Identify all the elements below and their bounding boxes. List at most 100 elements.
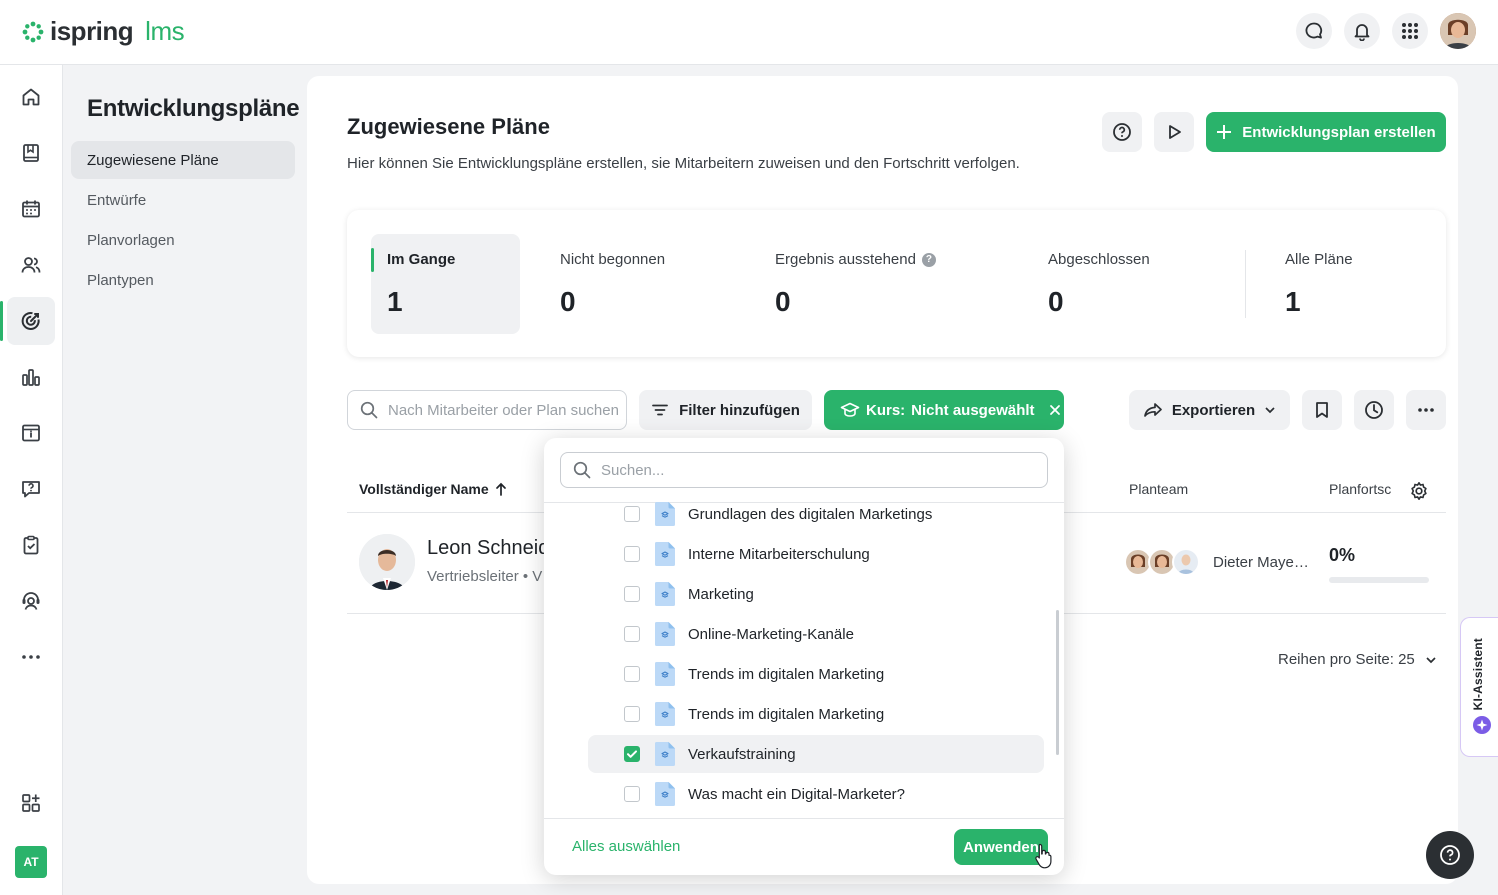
course-filter-chip[interactable]: Kurs: Nicht ausgewählt [824,390,1064,430]
course-document-icon [654,621,676,647]
apps-button[interactable] [1392,13,1428,49]
course-document-icon [654,541,676,567]
subnav-item-assigned-plans[interactable]: Zugewiesene Pläne [71,141,295,179]
plan-search-box[interactable] [347,390,627,430]
nav-tasks[interactable] [7,521,55,569]
nav-questions[interactable] [7,465,55,513]
select-all-link[interactable]: Alles auswählen [572,838,680,855]
checkbox[interactable] [624,666,640,682]
calendar-icon [22,200,40,218]
column-header-name[interactable]: Vollständiger Name [359,481,507,497]
course-option[interactable]: Online-Marketing-Kanäle [588,615,1044,653]
team-lead-name: Dieter Maye… [1213,554,1309,571]
course-option-label: Marketing [688,585,754,603]
subnav-item-drafts[interactable]: Entwürfe [71,181,295,219]
user-initials-badge[interactable]: AT [15,846,47,878]
course-document-icon [654,701,676,727]
nav-users[interactable] [7,241,55,289]
export-button[interactable]: Exportieren [1129,390,1290,430]
question-circle-icon [1113,123,1131,141]
course-option[interactable]: Trends im digitalen Marketing [588,695,1044,733]
course-option-label: Trends im digitalen Marketing [688,665,885,683]
nav-support[interactable] [7,577,55,625]
brand-logo[interactable]: ispring lms [22,16,185,47]
plan-team-avatars[interactable] [1124,548,1200,576]
section-title: Entwicklungspläne [87,95,300,122]
subnav-item-plan-types[interactable]: Plantypen [71,261,295,299]
help-button[interactable] [1102,112,1142,152]
notifications-button[interactable] [1344,13,1380,49]
stat-label: Abgeschlossen [1048,251,1150,268]
course-option[interactable]: Was macht ein Digital-Marketer? [588,775,1044,813]
saved-views-button[interactable] [1302,390,1342,430]
course-option-label: Interne Mitarbeiterschulung [688,545,870,563]
nav-more[interactable] [7,633,55,681]
stat-value: 0 [1048,286,1064,317]
employee-photo [359,534,415,590]
add-widget-icon [22,794,40,812]
stat-label: Ergebnis ausstehend [775,251,916,268]
nav-calendar[interactable] [7,185,55,233]
stat-result-pending[interactable]: Ergebnis ausstehend? 0 [759,234,989,334]
rows-per-page-select[interactable]: Reihen pro Seite: 25 [1278,651,1437,668]
course-list-scrollbar[interactable] [1056,610,1059,755]
course-option[interactable]: Grundlagen des digitalen Marketings [588,502,1044,533]
hand-pointer-cursor [1035,843,1052,869]
chat-button[interactable] [1296,13,1332,49]
stat-all-plans[interactable]: Alle Pläne 1 [1269,234,1429,334]
checkbox[interactable] [624,626,640,642]
course-document-icon [654,581,676,607]
nav-add-widget[interactable] [7,779,55,827]
checkbox[interactable] [624,786,640,802]
stat-completed[interactable]: Abgeschlossen 0 [1032,234,1212,334]
checkbox[interactable] [624,506,640,522]
info-tooltip-icon[interactable]: ? [921,252,936,267]
column-header-label: Vollständiger Name [359,481,489,497]
sparkle-icon [1473,716,1491,734]
checkbox[interactable] [624,706,640,722]
employee-name[interactable]: Leon Schneider [427,537,545,560]
course-option[interactable]: Trends im digitalen Marketing [588,655,1044,693]
filter-lines-icon [652,404,668,416]
course-option[interactable]: Verkaufstraining [588,735,1044,773]
column-header-team[interactable]: Planteam [1129,481,1188,497]
ispring-logo-icon [22,21,44,42]
course-search-input[interactable] [601,461,1021,479]
course-filter-value: Nicht ausgewählt [911,401,1035,419]
ai-assistant-tab[interactable]: KI-Assistent [1460,617,1498,757]
subnav-item-plan-templates[interactable]: Planvorlagen [71,221,295,259]
course-option[interactable]: Marketing [588,575,1044,613]
column-header-progress[interactable]: Planfortschritt [1329,481,1391,497]
play-tutorial-button[interactable] [1154,112,1194,152]
question-chat-icon [22,481,40,498]
close-icon[interactable] [1049,404,1061,416]
user-avatar[interactable] [1440,13,1476,49]
nav-development-plans[interactable] [0,297,55,345]
checkbox[interactable] [624,546,640,562]
history-button[interactable] [1354,390,1394,430]
course-document-icon [654,741,676,767]
checkbox-checked[interactable] [624,746,640,762]
checkbox[interactable] [624,586,640,602]
create-plan-button[interactable]: Entwicklungsplan erstellen [1206,112,1446,152]
plan-search-input[interactable] [388,401,618,419]
employee-position: Vertriebsleiter • V [427,568,543,585]
add-filter-button[interactable]: Filter hinzufügen [639,390,812,430]
ai-assistant-label: KI-Assistent [1471,638,1485,711]
stat-value: 0 [560,286,576,317]
help-center-button[interactable] [1426,831,1474,879]
more-options-button[interactable] [1406,390,1446,430]
nav-courses[interactable] [7,129,55,177]
stat-not-started[interactable]: Nicht begonnen 0 [544,234,724,334]
course-search-box[interactable] [560,452,1048,488]
course-option[interactable]: Interne Mitarbeiterschulung [588,535,1044,573]
stat-in-progress[interactable]: Im Gange 1 [371,234,520,334]
column-settings-button[interactable] [1391,471,1446,511]
course-option-label: Verkaufstraining [688,745,796,763]
nav-info-board[interactable] [7,409,55,457]
chevron-down-icon [1265,407,1275,414]
nav-reports[interactable] [7,353,55,401]
nav-home[interactable] [7,73,55,121]
support-person-icon [22,592,40,610]
chart-icon [22,369,40,386]
